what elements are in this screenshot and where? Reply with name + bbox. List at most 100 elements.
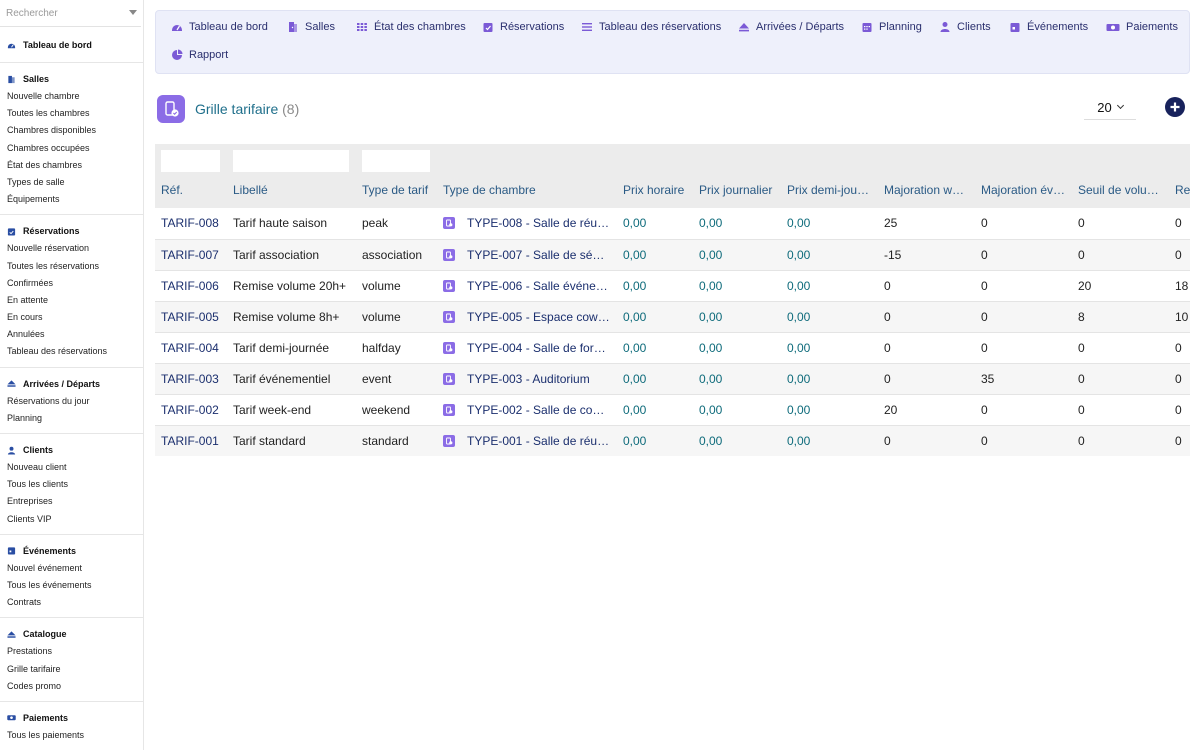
column-header[interactable]: Prix demi-journée xyxy=(781,172,878,208)
sidebar-item[interactable]: Grille tarifaire xyxy=(0,661,143,678)
table-cell[interactable]: TARIF-002 xyxy=(155,394,227,425)
table-row[interactable]: TARIF-004 Tarif demi-journée halfday TYPE-0… xyxy=(155,332,1190,363)
table-cell[interactable]: TARIF-001 xyxy=(155,425,227,456)
room-type-link[interactable]: TYPE-008 - Salle de réunion xyxy=(443,216,611,230)
sidebar-item[interactable]: Tous les paiements xyxy=(0,727,143,744)
nav-planning[interactable]: Planning xyxy=(861,21,922,33)
table-cell[interactable]: TYPE-003 - Auditorium xyxy=(437,363,617,394)
table-row[interactable]: TARIF-008 Tarif haute saison peak TYPE-008 … xyxy=(155,208,1190,239)
table-row[interactable]: TARIF-002 Tarif week-end weekend TYPE-002 -… xyxy=(155,394,1190,425)
sidebar-section-header[interactable]: Réservations xyxy=(0,222,143,240)
nav-salles[interactable]: Salles xyxy=(287,21,335,33)
nav-rapport[interactable]: Rapport xyxy=(171,49,228,61)
sidebar-item[interactable]: Équipements xyxy=(0,191,143,208)
column-header[interactable]: Réf. xyxy=(155,172,227,208)
add-button[interactable] xyxy=(1165,97,1185,117)
filter-ref-input[interactable] xyxy=(161,150,220,172)
sidebar-section-header[interactable]: Clients xyxy=(0,441,143,459)
page-size-select[interactable]: 20 xyxy=(1084,95,1136,120)
sidebar-item[interactable]: Nouveau client xyxy=(0,459,143,476)
table-cell[interactable]: TYPE-005 - Espace coworking xyxy=(437,301,617,332)
sidebar-item[interactable]: Chambres occupées xyxy=(0,140,143,157)
sidebar-item[interactable]: Types de salle xyxy=(0,174,143,191)
chevron-down-icon[interactable] xyxy=(129,10,137,15)
sidebar-item[interactable]: Planning xyxy=(0,410,143,427)
nav-label: Tableau des réservations xyxy=(599,21,722,33)
column-header[interactable]: Type de chambre xyxy=(437,172,617,208)
sidebar-section-header[interactable]: Salles xyxy=(0,70,143,88)
table-cell[interactable]: TYPE-007 - Salle de séminaire xyxy=(437,239,617,270)
table-row[interactable]: TARIF-003 Tarif événementiel event TYPE-003… xyxy=(155,363,1190,394)
sidebar-item[interactable]: Tous les clients xyxy=(0,476,143,493)
table-cell[interactable]: TARIF-006 xyxy=(155,270,227,301)
room-type-link[interactable]: TYPE-002 - Salle de conférence xyxy=(443,403,611,417)
sidebar-item[interactable]: État des chambres xyxy=(0,157,143,174)
column-header[interactable]: Prix horaire xyxy=(617,172,693,208)
sidebar-item[interactable]: Entreprises xyxy=(0,493,143,510)
sidebar-item[interactable]: Tous les événements xyxy=(0,577,143,594)
sidebar-item[interactable]: Toutes les chambres xyxy=(0,105,143,122)
column-header[interactable]: Majoration événement xyxy=(975,172,1072,208)
room-type-link[interactable]: TYPE-001 - Salle de réunion xyxy=(443,434,611,448)
column-header[interactable]: Majoration week-end xyxy=(878,172,975,208)
sidebar-section-header[interactable]: Paiements xyxy=(0,709,143,727)
room-type-link[interactable]: TYPE-005 - Espace coworking xyxy=(443,310,611,324)
table-cell[interactable]: TYPE-006 - Salle événementielle xyxy=(437,270,617,301)
sidebar-item[interactable]: Annulées xyxy=(0,326,143,343)
table-cell[interactable]: TYPE-008 - Salle de réunion xyxy=(437,208,617,239)
nav-clients[interactable]: Clients xyxy=(939,21,991,33)
room-type-link[interactable]: TYPE-006 - Salle événementielle xyxy=(443,279,611,293)
table-row[interactable]: TARIF-006 Remise volume 20h+ volume TYPE-00… xyxy=(155,270,1190,301)
sidebar-item[interactable]: Confirmées xyxy=(0,275,143,292)
room-type-link[interactable]: TYPE-007 - Salle de séminaire xyxy=(443,248,611,262)
sidebar-item[interactable]: Réservations du jour xyxy=(0,393,143,410)
nav-reservations[interactable]: Réservations xyxy=(482,21,564,33)
table-cell[interactable]: TYPE-004 - Salle de formation xyxy=(437,332,617,363)
sidebar-item[interactable]: Codes promo xyxy=(0,678,143,695)
room-type-link[interactable]: TYPE-004 - Salle de formation xyxy=(443,341,611,355)
sidebar-item[interactable]: Toutes les réservations xyxy=(0,258,143,275)
sidebar-item[interactable]: Chambres disponibles xyxy=(0,122,143,139)
sidebar-item[interactable]: Nouvelle réservation xyxy=(0,240,143,257)
filter-type-input[interactable] xyxy=(362,150,430,172)
table-cell: 0 xyxy=(1175,340,1182,355)
sidebar-item[interactable]: Prestations xyxy=(0,643,143,660)
nav-etat-chambres[interactable]: État des chambres xyxy=(356,21,466,33)
table-cell[interactable]: TYPE-001 - Salle de réunion xyxy=(437,425,617,456)
table-cell[interactable]: TARIF-005 xyxy=(155,301,227,332)
column-header[interactable]: Seuil de volume xyxy=(1072,172,1169,208)
room-type-link[interactable]: TYPE-003 - Auditorium xyxy=(443,372,611,386)
nav-paiements[interactable]: Paiements xyxy=(1106,21,1178,33)
column-header[interactable]: Remise volume xyxy=(1169,172,1190,208)
table-row[interactable]: TARIF-005 Remise volume 8h+ volume TYPE-005… xyxy=(155,301,1190,332)
nav-tableau-reservations[interactable]: Tableau des réservations xyxy=(581,21,721,33)
sidebar-section-header[interactable]: Arrivées / Départs xyxy=(0,375,143,393)
nav-arrivees-departs[interactable]: Arrivées / Départs xyxy=(738,21,844,33)
table-cell[interactable]: TARIF-008 xyxy=(155,208,227,239)
sidebar-item[interactable]: Nouvelle chambre xyxy=(0,88,143,105)
nav-dashboard[interactable]: Tableau de bord xyxy=(171,21,268,33)
table-row[interactable]: TARIF-001 Tarif standard standard TYPE-001 … xyxy=(155,425,1190,456)
sidebar-item-dashboard[interactable]: Tableau de bord xyxy=(0,36,143,54)
column-header[interactable]: Prix journalier xyxy=(693,172,781,208)
sidebar-item[interactable]: Contrats xyxy=(0,594,143,611)
table-cell[interactable]: TARIF-004 xyxy=(155,332,227,363)
table-cell: Tarif demi-journée xyxy=(233,340,330,355)
column-header[interactable]: Libellé xyxy=(227,172,356,208)
table-row[interactable]: TARIF-007 Tarif association association TYP… xyxy=(155,239,1190,270)
nav-evenements[interactable]: Événements xyxy=(1009,21,1088,33)
sidebar-item[interactable]: Nouvel événement xyxy=(0,560,143,577)
sidebar-item[interactable]: En cours xyxy=(0,309,143,326)
sidebar-item[interactable]: Tableau des réservations xyxy=(0,343,143,360)
column-header[interactable]: Type de tarif xyxy=(356,172,437,208)
sidebar-section-header[interactable]: Événements xyxy=(0,542,143,560)
table-cell: 0 xyxy=(1078,371,1085,386)
table-cell[interactable]: TARIF-003 xyxy=(155,363,227,394)
sidebar-section-header[interactable]: Catalogue xyxy=(0,625,143,643)
table-cell[interactable]: TARIF-007 xyxy=(155,239,227,270)
sidebar-item[interactable]: Clients VIP xyxy=(0,511,143,528)
sidebar-item[interactable]: En attente xyxy=(0,292,143,309)
table-cell[interactable]: TYPE-002 - Salle de conférence xyxy=(437,394,617,425)
search-input[interactable] xyxy=(0,0,141,26)
filter-label-input[interactable] xyxy=(233,150,349,172)
